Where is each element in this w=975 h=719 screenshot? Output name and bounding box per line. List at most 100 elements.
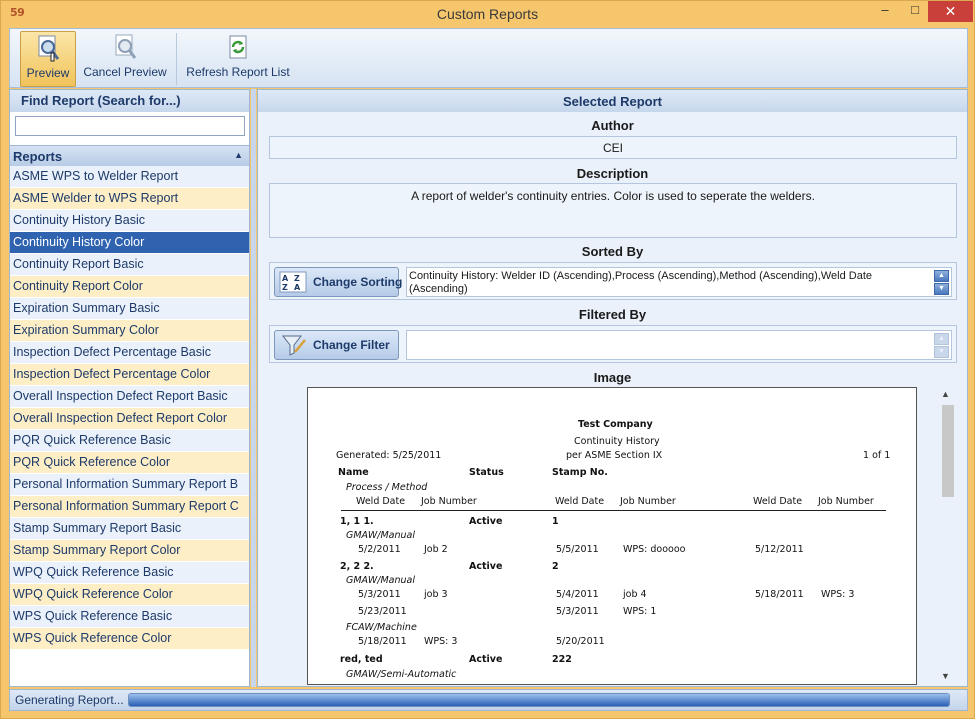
- report-list-item[interactable]: Stamp Summary Report Color: [10, 540, 249, 562]
- refresh-report-list-button[interactable]: Refresh Report List: [186, 31, 290, 87]
- report-list-item[interactable]: Inspection Defect Percentage Basic: [10, 342, 249, 364]
- welder-1-status: Active: [469, 516, 503, 527]
- sort-ascending-icon: ▲: [234, 150, 243, 160]
- welder-2-cell: 5/3/2011: [358, 589, 401, 600]
- report-list-item[interactable]: Inspection Defect Percentage Color: [10, 364, 249, 386]
- report-list-item[interactable]: Continuity History Color: [10, 232, 249, 254]
- welder-1-cell: Job 2: [424, 544, 448, 555]
- image-label: Image: [593, 370, 632, 385]
- svg-text:A: A: [294, 283, 301, 292]
- welder-1-cell: 5/12/2011: [755, 544, 804, 555]
- scroll-down-icon: ▼: [934, 346, 949, 358]
- welder-2-cell: 5/23/2011: [358, 606, 407, 617]
- status-text: Generating Report...: [15, 693, 124, 707]
- welder-3-status: Active: [469, 654, 503, 665]
- welder-2-cell: WPS: 3: [424, 636, 458, 647]
- author-field: CEI: [269, 136, 957, 159]
- reports-header-label: Reports: [13, 149, 63, 164]
- report-list-item[interactable]: Continuity Report Color: [10, 276, 249, 298]
- welder-1-name: 1, 1 1.: [340, 516, 374, 527]
- author-label: Author: [591, 118, 634, 133]
- report-list-item[interactable]: ASME Welder to WPS Report: [10, 188, 249, 210]
- col-process-method: Process / Method: [346, 482, 428, 493]
- report-list-item[interactable]: Continuity History Basic: [10, 210, 249, 232]
- report-list-item[interactable]: Expiration Summary Color: [10, 320, 249, 342]
- col-weld-date-2: Weld Date: [555, 496, 605, 507]
- report-list-item[interactable]: Continuity Report Basic: [10, 254, 249, 276]
- change-filter-label: Change Filter: [313, 338, 390, 352]
- report-list-item[interactable]: Expiration Summary Basic: [10, 298, 249, 320]
- report-list-item[interactable]: WPQ Quick Reference Color: [10, 584, 249, 606]
- title-bar: 59 Custom Reports – □ ✕: [1, 1, 974, 28]
- report-list-item[interactable]: WPS Quick Reference Basic: [10, 606, 249, 628]
- scrollbar-thumb[interactable]: [942, 405, 954, 497]
- preview-button[interactable]: Preview: [20, 31, 76, 87]
- report-list-item[interactable]: PQR Quick Reference Basic: [10, 430, 249, 452]
- report-preview-image: Test Company Continuity History per ASME…: [307, 387, 917, 685]
- reports-column-header[interactable]: Reports ▲: [10, 145, 249, 166]
- report-list-item[interactable]: ASME WPS to Welder Report: [10, 166, 249, 188]
- welder-1-cell: WPS: dooooo: [623, 544, 686, 555]
- preview-label: Preview: [26, 66, 70, 80]
- refresh-report-list-label: Refresh Report List: [186, 65, 290, 79]
- welder-2-name: 2, 2 2.: [340, 561, 374, 572]
- find-report-panel: Find Report (Search for...) Reports ▲ AS…: [9, 89, 250, 687]
- welder-2-cell: 5/18/2011: [358, 636, 407, 647]
- welder-2-status: Active: [469, 561, 503, 572]
- svg-text:Z: Z: [294, 274, 300, 283]
- col-name: Name: [338, 467, 369, 478]
- cancel-preview-label: Cancel Preview: [83, 65, 167, 79]
- change-filter-button[interactable]: Change Filter: [274, 330, 399, 360]
- report-list-item[interactable]: Overall Inspection Defect Report Basic: [10, 386, 249, 408]
- report-list-item[interactable]: PQR Quick Reference Color: [10, 452, 249, 474]
- panel-splitter[interactable]: [251, 89, 256, 687]
- change-sorting-button[interactable]: A Z Z A Change Sorting: [274, 267, 402, 297]
- maximize-button[interactable]: □: [902, 1, 928, 22]
- toolbar-separator: [176, 33, 177, 85]
- report-search-input[interactable]: [15, 116, 245, 136]
- scroll-down-icon[interactable]: ▼: [934, 283, 949, 295]
- welder-1-cell: 5/5/2011: [556, 544, 599, 555]
- window-title: Custom Reports: [436, 6, 539, 22]
- welder-3-method: GMAW/Semi-Automatic: [346, 669, 457, 680]
- col-stamp: Stamp No.: [552, 467, 608, 478]
- cancel-preview-button[interactable]: Cancel Preview: [82, 31, 168, 87]
- report-list-item[interactable]: Personal Information Summary Report B: [10, 474, 249, 496]
- scroll-up-icon: ▲: [934, 333, 949, 345]
- report-list-item[interactable]: WPS Quick Reference Color: [10, 628, 249, 650]
- filter-funnel-icon: [281, 335, 306, 356]
- sorted-by-label: Sorted By: [581, 244, 644, 259]
- status-bar: Generating Report...: [9, 689, 968, 711]
- welder-2-cell: 5/4/2011: [556, 589, 599, 600]
- col-weld-date-1: Weld Date: [356, 496, 406, 507]
- col-job-number-3: Job Number: [818, 496, 874, 507]
- image-scrollbar[interactable]: ▲ ▼: [939, 387, 956, 683]
- welder-2-cell: WPS: 1: [623, 606, 657, 617]
- sorting-scroll[interactable]: ▲ ▼: [934, 270, 949, 295]
- filter-field: ▲ ▼: [406, 330, 952, 360]
- scroll-down-icon[interactable]: ▼: [941, 671, 950, 681]
- welder-2-method: FCAW/Machine: [346, 622, 417, 633]
- report-list-item[interactable]: Stamp Summary Report Basic: [10, 518, 249, 540]
- scroll-up-icon[interactable]: ▲: [941, 389, 950, 399]
- report-list-item[interactable]: Overall Inspection Defect Report Color: [10, 408, 249, 430]
- minimize-button[interactable]: –: [868, 1, 902, 22]
- reports-list: ASME WPS to Welder Report ASME Welder to …: [10, 166, 249, 650]
- welder-1-method: GMAW/Manual: [346, 530, 416, 541]
- report-list-item[interactable]: WPQ Quick Reference Basic: [10, 562, 249, 584]
- report-generated: Generated: 5/25/2011: [336, 450, 442, 461]
- scroll-up-icon[interactable]: ▲: [934, 270, 949, 282]
- col-job-number-2: Job Number: [620, 496, 676, 507]
- close-button[interactable]: ✕: [928, 1, 973, 22]
- report-list-item[interactable]: Personal Information Summary Report C: [10, 496, 249, 518]
- welder-2-cell: 5/18/2011: [755, 589, 804, 600]
- report-page: 1 of 1: [863, 450, 891, 461]
- report-company: Test Company: [578, 419, 653, 430]
- preview-icon: [38, 35, 60, 62]
- selected-report-panel: Selected Report Author CEI Description A…: [257, 89, 968, 687]
- svg-text:Z: Z: [282, 283, 288, 292]
- sort-az-icon: A Z Z A: [279, 271, 307, 293]
- report-divider: [341, 510, 886, 511]
- welder-2-cell: 5/20/2011: [556, 636, 605, 647]
- progress-fill: [129, 694, 949, 706]
